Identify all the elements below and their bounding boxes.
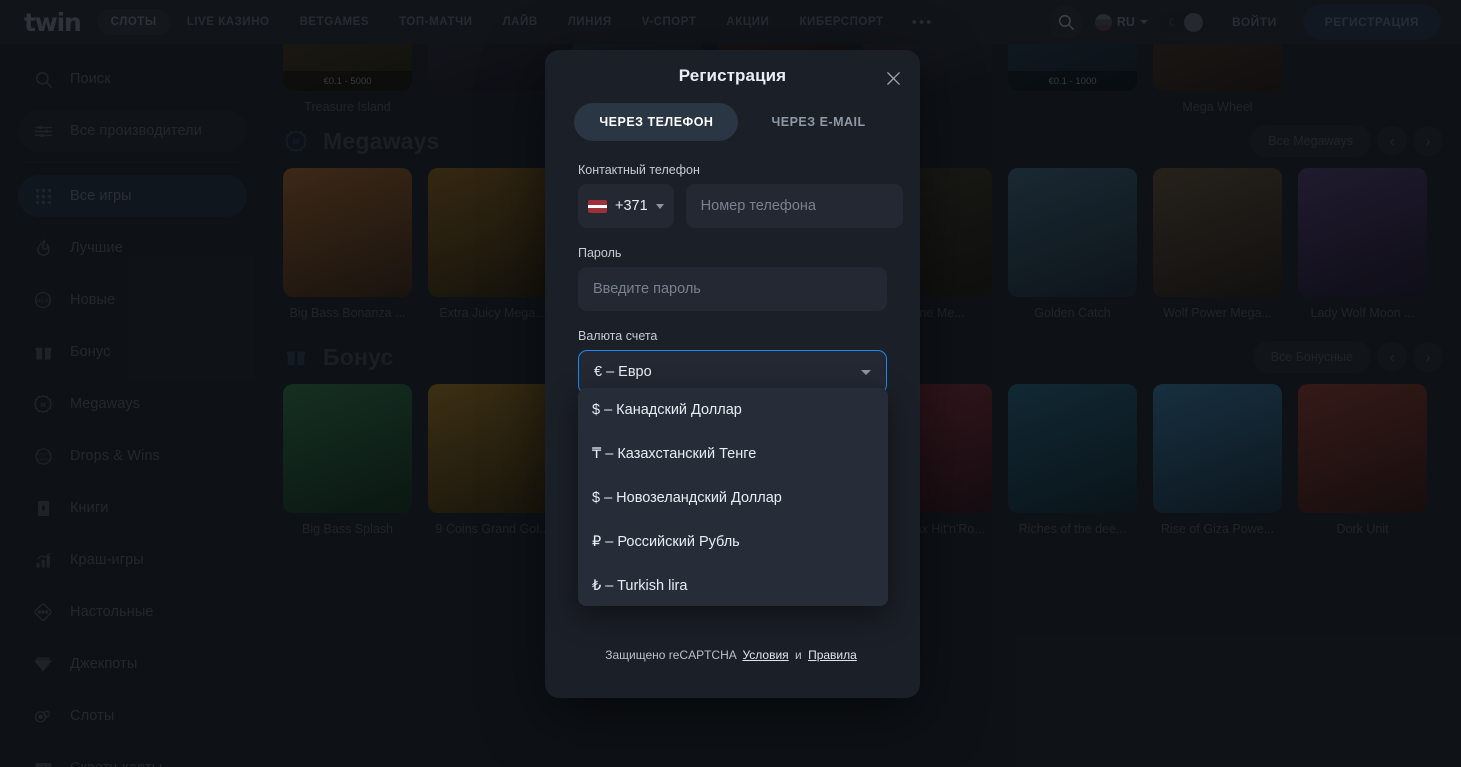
password-input[interactable] xyxy=(578,267,887,311)
latvia-flag-icon xyxy=(588,199,607,213)
chevron-down-icon xyxy=(861,369,871,375)
tab-by-email[interactable]: ЧЕРЕЗ E-MAIL xyxy=(746,103,890,141)
country-code-select[interactable]: +371 xyxy=(578,184,674,228)
close-icon[interactable] xyxy=(882,67,904,89)
modal-title: Регистрация xyxy=(678,66,787,85)
recaptcha-privacy-link[interactable]: Правила xyxy=(808,648,857,662)
currency-option[interactable]: ₸ – Казахстанский Тенге xyxy=(578,432,888,476)
recaptcha-prefix: Защищено reCAPTCHA xyxy=(605,648,737,662)
country-code-value: +371 xyxy=(615,198,648,214)
recaptcha-and: и xyxy=(795,648,802,662)
registration-tabs: ЧЕРЕЗ ТЕЛЕФОН ЧЕРЕЗ E-MAIL xyxy=(545,103,920,141)
tab-by-phone[interactable]: ЧЕРЕЗ ТЕЛЕФОН xyxy=(574,103,739,141)
phone-field-label: Контактный телефон xyxy=(578,163,700,177)
chevron-down-icon xyxy=(655,203,664,209)
password-field-label: Пароль xyxy=(578,246,622,260)
recaptcha-notice: Защищено reCAPTCHA Условия и Правила xyxy=(545,648,920,662)
phone-input-row: +371 xyxy=(578,184,903,228)
currency-option[interactable]: ₽ – Российский Рубль xyxy=(578,520,888,564)
currency-option[interactable]: ₺ – Turkish lira xyxy=(578,564,888,606)
currency-field-label: Валюта счета xyxy=(578,329,658,343)
currency-option[interactable]: $ – Канадский Доллар xyxy=(578,388,888,432)
currency-option[interactable]: $ – Новозеландский Доллар xyxy=(578,476,888,520)
currency-selected-value: € – Евро xyxy=(594,364,652,380)
phone-number-input[interactable] xyxy=(685,184,903,228)
currency-dropdown-list: $ – Канадский Доллар ₸ – Казахстанский Т… xyxy=(578,388,888,606)
recaptcha-terms-link[interactable]: Условия xyxy=(742,648,788,662)
app-root: Поиск Все производители Все игры Луч xyxy=(0,0,1461,767)
registration-form: Контактный телефон +371 Пароль Валюта сч… xyxy=(545,141,920,394)
